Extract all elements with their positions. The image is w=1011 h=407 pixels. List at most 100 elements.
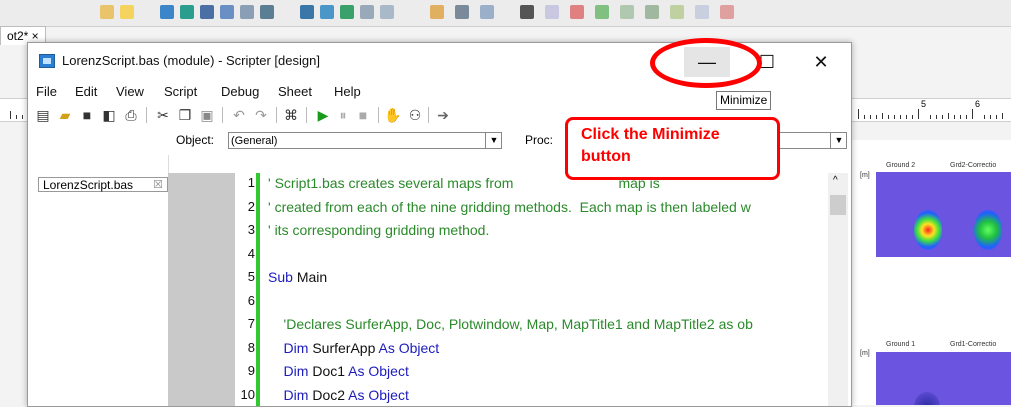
toolbar-icon[interactable] (320, 5, 334, 19)
code-line[interactable]: ' created from each of the nine gridding… (268, 199, 751, 215)
code-token: As Object (378, 339, 440, 356)
scrollbar-thumb[interactable] (830, 195, 846, 215)
breakpoint-gutter[interactable] (168, 173, 235, 406)
toolbar-icon[interactable] (570, 5, 584, 19)
ruler-number: 5 (921, 99, 927, 109)
code-token: Dim (268, 363, 313, 379)
toolbar-icon[interactable] (360, 5, 374, 19)
change-bar (256, 173, 260, 406)
axis-unit: [m] (860, 350, 870, 357)
toolbar-icon[interactable] (160, 5, 174, 19)
menu-script[interactable]: Script (164, 84, 197, 99)
line-number: 5 (247, 269, 255, 284)
new-file-icon[interactable]: ▤ (34, 106, 52, 124)
dialog-editor-icon[interactable]: ⌘ (282, 106, 300, 124)
minimize-tooltip: Minimize (716, 91, 772, 110)
toolbar-icon[interactable] (220, 5, 234, 19)
line-number: 9 (247, 363, 255, 378)
menu-file[interactable]: File (36, 84, 57, 99)
code-token: Doc1 (312, 363, 349, 379)
toolbar-icon[interactable] (120, 5, 134, 19)
contour-map (876, 352, 1011, 405)
hand-icon[interactable]: ✋ (384, 106, 402, 124)
toolbar-icon[interactable] (380, 5, 394, 19)
module-tab[interactable]: LorenzScript.bas ☒ (38, 177, 168, 192)
code-token: SurferApp (312, 339, 379, 356)
callout-line-2: button (581, 148, 631, 165)
toolbar-icon[interactable] (645, 5, 659, 19)
window-title: LorenzScript.bas (module) - Scripter [de… (62, 53, 320, 68)
code-line[interactable]: Dim Doc2 As Object (268, 387, 409, 403)
redo-icon[interactable]: ↷ (252, 106, 270, 124)
code-token: Sub (268, 269, 297, 285)
cut-icon[interactable]: ✂ (154, 106, 172, 124)
code-line[interactable]: 'Declares SurferApp, Doc, Plotwindow, Ma… (268, 316, 753, 332)
toolbar-icon[interactable] (200, 5, 214, 19)
open-folder-icon[interactable]: ▰ (56, 106, 74, 124)
app-icon (39, 54, 55, 68)
map-title: Grd2-Correctio (950, 162, 997, 169)
toolbar-icon[interactable] (720, 5, 734, 19)
menu-sheet[interactable]: Sheet (278, 84, 312, 99)
toolbar-icon[interactable] (620, 5, 634, 19)
code-token: ' created from each of the nine gridding… (268, 198, 751, 215)
map-title: Ground 1 (886, 341, 916, 348)
code-editor[interactable]: ' Script1.bas creates several maps from … (268, 173, 828, 406)
toolbar-icon[interactable] (520, 5, 534, 19)
background-toolbar (0, 0, 1011, 27)
save-all-icon[interactable]: ◧ (100, 106, 118, 124)
ruler-left (0, 98, 27, 122)
toolbar-icon[interactable] (695, 5, 709, 19)
paste-icon[interactable]: ▣ (198, 106, 216, 124)
toolbar-icon[interactable] (260, 5, 274, 19)
step-icon[interactable]: ➔ (434, 106, 452, 124)
object-value: (General) (231, 135, 278, 147)
print-icon[interactable]: ⎙ (122, 106, 140, 124)
axis-unit: [m] (860, 172, 870, 179)
save-icon[interactable]: ■ (78, 106, 96, 124)
toolbar-icon[interactable] (180, 5, 194, 19)
toolbar-icon[interactable] (670, 5, 684, 19)
toolbar-icon[interactable] (480, 5, 494, 19)
toolbar-icon[interactable] (455, 5, 469, 19)
toolbar-icon[interactable] (595, 5, 609, 19)
object-dropdown[interactable]: (General) ▼ (228, 132, 502, 149)
stop-icon[interactable]: ■ (354, 106, 372, 124)
menu-debug[interactable]: Debug (221, 84, 259, 99)
close-button[interactable]: ✕ (798, 47, 844, 77)
toolbar-icon[interactable] (430, 5, 444, 19)
toolbar-icon[interactable] (545, 5, 559, 19)
scroll-up-icon[interactable]: ^ (833, 175, 838, 186)
map-title: Grd1-Correctio (950, 341, 997, 348)
code-token: Dim (268, 386, 313, 403)
vertical-scrollbar[interactable]: ^ (828, 173, 848, 406)
code-line[interactable]: ' its corresponding gridding method. (268, 222, 489, 238)
code-line[interactable]: Sub Main (268, 269, 327, 285)
callout-line-1: Click the Minimize (581, 126, 720, 143)
menu-help[interactable]: Help (334, 84, 361, 99)
menu-edit[interactable]: Edit (75, 84, 97, 99)
code-token: 'Declares SurferApp, Doc, Plotwindow, Ma… (268, 316, 753, 332)
toolbar-icon[interactable] (340, 5, 354, 19)
code-line[interactable]: Dim SurferApp As Object (268, 339, 440, 356)
run-icon[interactable]: ▶ (314, 106, 332, 124)
proc-label: Proc: (525, 133, 554, 147)
toolbar-icon[interactable] (100, 5, 114, 19)
pause-icon[interactable]: ⏸ (334, 106, 352, 124)
line-number: 4 (247, 245, 255, 261)
toolbar-icon[interactable] (240, 5, 254, 19)
line-number: 2 (247, 198, 255, 214)
chevron-down-icon[interactable]: ▼ (830, 133, 847, 148)
line-number: 7 (247, 316, 255, 331)
toolbar-icon[interactable] (300, 5, 314, 19)
chevron-down-icon[interactable]: ▼ (485, 133, 502, 148)
code-token: As Object (348, 386, 409, 403)
watch-icon[interactable]: ⚇ (406, 106, 424, 124)
module-tab-label: LorenzScript.bas (43, 178, 134, 192)
code-line[interactable]: Dim Doc1 As Object (268, 363, 409, 379)
highlight-circle (650, 38, 762, 88)
copy-icon[interactable]: ❐ (176, 106, 194, 124)
undo-icon[interactable]: ↶ (230, 106, 248, 124)
close-icon[interactable]: ☒ (153, 178, 163, 193)
menu-view[interactable]: View (116, 84, 144, 99)
